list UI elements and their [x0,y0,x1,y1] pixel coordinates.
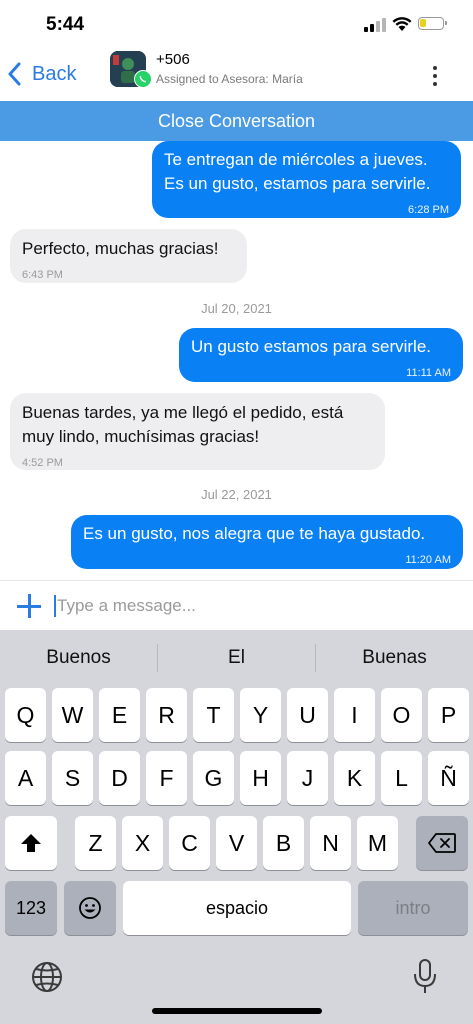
key-l[interactable]: L [381,751,422,805]
message-text: Te entregan de miércoles a jueves. Es un… [164,150,431,193]
close-conversation-button[interactable]: Close Conversation [0,101,473,141]
key-e[interactable]: E [99,688,140,742]
microphone-icon[interactable] [410,958,440,996]
assigned-agent-text: Assigned to Asesora: María [156,72,303,86]
plus-icon[interactable] [16,593,42,619]
key-y[interactable]: Y [240,688,281,742]
return-key[interactable]: intro [358,881,468,935]
key-t[interactable]: T [193,688,234,742]
numbers-key[interactable]: 123 [5,881,57,935]
status-time: 5:44 [46,14,85,35]
message-time: 11:20 AM [405,554,451,566]
date-separator: Jul 22, 2021 [201,487,272,502]
globe-icon[interactable] [30,960,64,994]
key-p[interactable]: P [428,688,469,742]
suggestion-item[interactable]: Buenos [0,630,157,686]
key-x[interactable]: X [122,816,163,870]
key-m[interactable]: M [357,816,398,870]
key-o[interactable]: O [381,688,422,742]
message-text: Buenas tardes, ya me llegó el pedido, es… [22,403,344,446]
key-k[interactable]: K [334,751,375,805]
key-enye[interactable]: Ñ [428,751,469,805]
key-b[interactable]: B [263,816,304,870]
key-c[interactable]: C [169,816,210,870]
back-label: Back [32,62,77,85]
suggestion-item[interactable]: Buenas [316,630,473,686]
wifi-icon [392,17,412,31]
key-h[interactable]: H [240,751,281,805]
space-key[interactable]: espacio [123,881,351,935]
predictive-bar: Buenos El Buenas [0,630,473,686]
message-text: Es un gusto, nos alegra que te haya gust… [83,524,426,543]
key-a[interactable]: A [5,751,46,805]
text-caret [54,595,56,617]
key-r[interactable]: R [146,688,187,742]
key-v[interactable]: V [216,816,257,870]
shift-icon [21,834,41,852]
cellular-signal-icon [364,18,386,32]
date-separator: Jul 20, 2021 [201,301,272,316]
key-n[interactable]: N [310,816,351,870]
message-text: Un gusto estamos para servirle. [191,337,431,356]
key-i[interactable]: I [334,688,375,742]
key-u[interactable]: U [287,688,328,742]
message-time: 6:43 PM [22,269,63,281]
message-bubble-incoming: Buenas tardes, ya me llegó el pedido, es… [10,393,385,470]
message-time: 11:11 AM [406,367,451,379]
message-bubble-outgoing: Un gusto estamos para servirle. 11:11 AM [179,328,463,382]
message-composer [0,580,473,631]
key-j[interactable]: J [287,751,328,805]
battery-icon [418,17,447,30]
key-s[interactable]: S [52,751,93,805]
more-vertical-icon[interactable] [428,64,442,88]
key-f[interactable]: F [146,751,187,805]
status-bar: 5:44 [0,0,473,48]
suggestion-item[interactable]: El [158,630,315,686]
key-z[interactable]: Z [75,816,116,870]
message-time: 4:52 PM [22,457,63,469]
backspace-icon [428,833,456,853]
shift-key[interactable] [5,816,57,870]
on-screen-keyboard: Buenos El Buenas Q W E R T Y U I O P A S… [0,630,473,1024]
key-q[interactable]: Q [5,688,46,742]
backspace-key[interactable] [416,816,468,870]
emoji-icon [79,897,101,919]
key-w[interactable]: W [52,688,93,742]
key-g[interactable]: G [193,751,234,805]
message-input[interactable] [57,591,447,621]
emoji-key[interactable] [64,881,116,935]
message-bubble-incoming: Perfecto, muchas gracias! 6:43 PM [10,229,247,283]
message-thread: Te entregan de miércoles a jueves. Es un… [0,141,473,580]
chevron-left-icon [8,62,21,86]
whatsapp-icon [134,70,152,88]
message-bubble-outgoing: Te entregan de miércoles a jueves. Es un… [152,141,461,218]
key-d[interactable]: D [99,751,140,805]
message-text: Perfecto, muchas gracias! [22,239,219,258]
chat-header: Back +506 Assigned to Asesora: María [0,48,473,100]
home-indicator[interactable] [152,1008,322,1014]
message-bubble-outgoing: Es un gusto, nos alegra que te haya gust… [71,515,463,569]
contact-phone: +506 [156,51,190,68]
message-time: 6:28 PM [408,204,449,216]
back-button[interactable]: Back [8,62,76,86]
